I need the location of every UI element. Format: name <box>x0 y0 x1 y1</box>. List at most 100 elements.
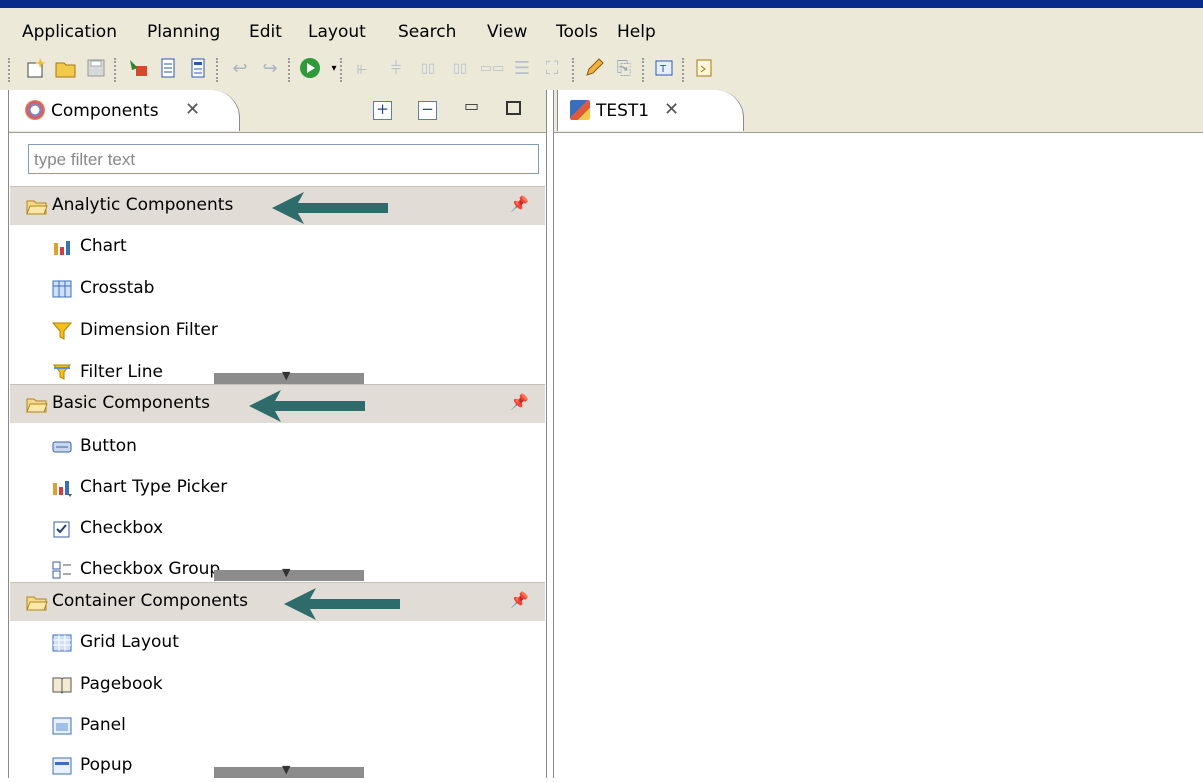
distribute-icon[interactable]: ▭▭ <box>480 56 505 80</box>
script-icon[interactable] <box>692 56 716 80</box>
chart-icon <box>54 241 70 255</box>
align-middle-icon[interactable]: ☰ <box>510 56 534 80</box>
components-tab-label: Components <box>51 101 159 121</box>
expand-all-icon[interactable]: + <box>373 101 392 120</box>
svg-text:T: T <box>659 64 667 75</box>
toolbar-separator <box>682 58 686 82</box>
minimize-icon[interactable]: ▭ <box>464 96 479 115</box>
chevron-down-icon: ▼ <box>282 566 291 579</box>
pin-icon[interactable]: 📌 <box>510 195 529 213</box>
item-label: Crosstab <box>80 278 155 298</box>
toolbar-separator <box>642 58 646 82</box>
item-label: Popup <box>80 755 133 775</box>
palette-item-chart-type-picker[interactable]: Chart Type Picker <box>25 471 505 505</box>
annotation-arrow <box>284 588 400 620</box>
scroll-more-indicator[interactable]: ▼ <box>214 763 364 778</box>
align-top-icon[interactable]: ▯▯ <box>416 56 440 80</box>
toolbar-separator <box>288 58 292 82</box>
item-label: Chart Type Picker <box>80 477 228 497</box>
components-tab[interactable]: Components ✕ <box>9 90 240 131</box>
editor-tab-test1[interactable]: TEST1 ✕ <box>557 90 744 131</box>
chevron-down-icon: ▼ <box>282 763 291 776</box>
menu-view[interactable]: View <box>487 22 527 42</box>
scroll-more-indicator[interactable]: ▼ <box>214 566 364 581</box>
menu-search[interactable]: Search <box>398 22 456 42</box>
run-icon[interactable] <box>298 56 322 80</box>
palette-item-dimension-filter[interactable]: Dimension Filter <box>25 314 505 348</box>
align-center-icon[interactable]: ⫩ <box>384 56 408 80</box>
item-label: Panel <box>80 715 126 735</box>
filter-line-icon <box>52 364 72 380</box>
palette-item-pagebook[interactable]: Pagebook <box>25 668 505 702</box>
toolbar-separator <box>114 58 118 82</box>
document-list-icon[interactable] <box>186 56 210 80</box>
fit-icon[interactable]: ⛶ <box>540 56 564 80</box>
export-icon[interactable]: ⎘ <box>612 56 636 80</box>
menu-help[interactable]: Help <box>617 22 656 42</box>
button-icon <box>52 441 72 453</box>
close-icon[interactable]: ✕ <box>185 99 200 120</box>
checkbox-icon <box>53 521 70 538</box>
open-folder-icon <box>26 398 48 413</box>
window-title-strip <box>0 0 1203 8</box>
annotation-arrow <box>249 390 365 422</box>
open-folder-icon[interactable] <box>54 56 78 80</box>
drawer-label: Container Components <box>52 591 249 611</box>
item-label: Pagebook <box>80 674 163 694</box>
item-label: Filter Line <box>80 362 163 382</box>
collapse-all-icon[interactable]: − <box>418 101 437 120</box>
drawer-label: Analytic Components <box>52 195 234 215</box>
palette-item-panel[interactable]: Panel <box>25 709 505 743</box>
pencil-icon[interactable] <box>582 56 606 80</box>
align-left-icon[interactable]: ⫦ <box>350 56 374 80</box>
text-box-icon[interactable]: T <box>652 56 676 80</box>
menu-edit[interactable]: Edit <box>249 22 282 42</box>
menu-application[interactable]: Application <box>22 22 117 42</box>
scroll-more-indicator[interactable]: ▼ <box>214 369 364 384</box>
item-label: Grid Layout <box>80 632 179 652</box>
maximize-icon[interactable] <box>506 101 521 115</box>
palette-item-grid-layout[interactable]: Grid Layout <box>25 626 505 660</box>
menu-tools[interactable]: Tools <box>556 22 598 42</box>
import-icon[interactable] <box>126 56 150 80</box>
align-bottom-icon[interactable]: ▯▯ <box>448 56 472 80</box>
close-icon[interactable]: ✕ <box>664 99 679 120</box>
popup-icon <box>52 757 72 775</box>
open-folder-icon <box>26 200 48 215</box>
application-icon <box>570 100 590 120</box>
palette-item-button[interactable]: Button <box>25 430 505 464</box>
chevron-down-icon: ▼ <box>282 369 291 382</box>
pin-icon[interactable]: 📌 <box>510 591 529 609</box>
palette-item-checkbox[interactable]: Checkbox <box>25 512 505 546</box>
menu-planning[interactable]: Planning <box>147 22 220 42</box>
pagebook-icon <box>52 677 72 694</box>
save-icon[interactable] <box>84 56 108 80</box>
palette-item-chart[interactable]: Chart <box>25 230 505 264</box>
toolbar-separator <box>216 58 220 82</box>
toolbar-separator <box>572 58 576 82</box>
item-label: Chart <box>80 236 127 256</box>
funnel-icon <box>52 322 72 340</box>
drawer-container-components[interactable]: Container Components 📌 <box>10 582 545 621</box>
crosstab-icon <box>52 280 72 298</box>
editor-canvas[interactable] <box>554 133 1203 778</box>
toolbar-grip <box>8 58 12 82</box>
panel-icon <box>52 717 72 735</box>
pin-icon[interactable]: 📌 <box>510 393 529 411</box>
palette-icon <box>25 100 45 120</box>
editor-tab-bar: TEST1 ✕ <box>554 90 1203 133</box>
redo-icon[interactable]: ↪ <box>258 56 282 80</box>
menu-bar: Application Planning Edit Layout Search … <box>0 8 1203 50</box>
menu-layout[interactable]: Layout <box>308 22 366 42</box>
filter-input[interactable]: type filter text <box>28 144 539 174</box>
editor-tab-label: TEST1 <box>596 101 650 121</box>
open-folder-icon <box>26 596 48 611</box>
annotation-arrow <box>272 192 388 224</box>
document-icon[interactable] <box>156 56 180 80</box>
new-file-icon[interactable] <box>24 56 48 80</box>
item-label: Button <box>80 436 137 456</box>
components-tab-bar: Components ✕ + − ▭ <box>9 90 546 133</box>
app-window: Application Planning Edit Layout Search … <box>0 0 1203 778</box>
undo-icon[interactable]: ↩ <box>228 56 252 80</box>
palette-item-crosstab[interactable]: Crosstab <box>25 272 505 306</box>
